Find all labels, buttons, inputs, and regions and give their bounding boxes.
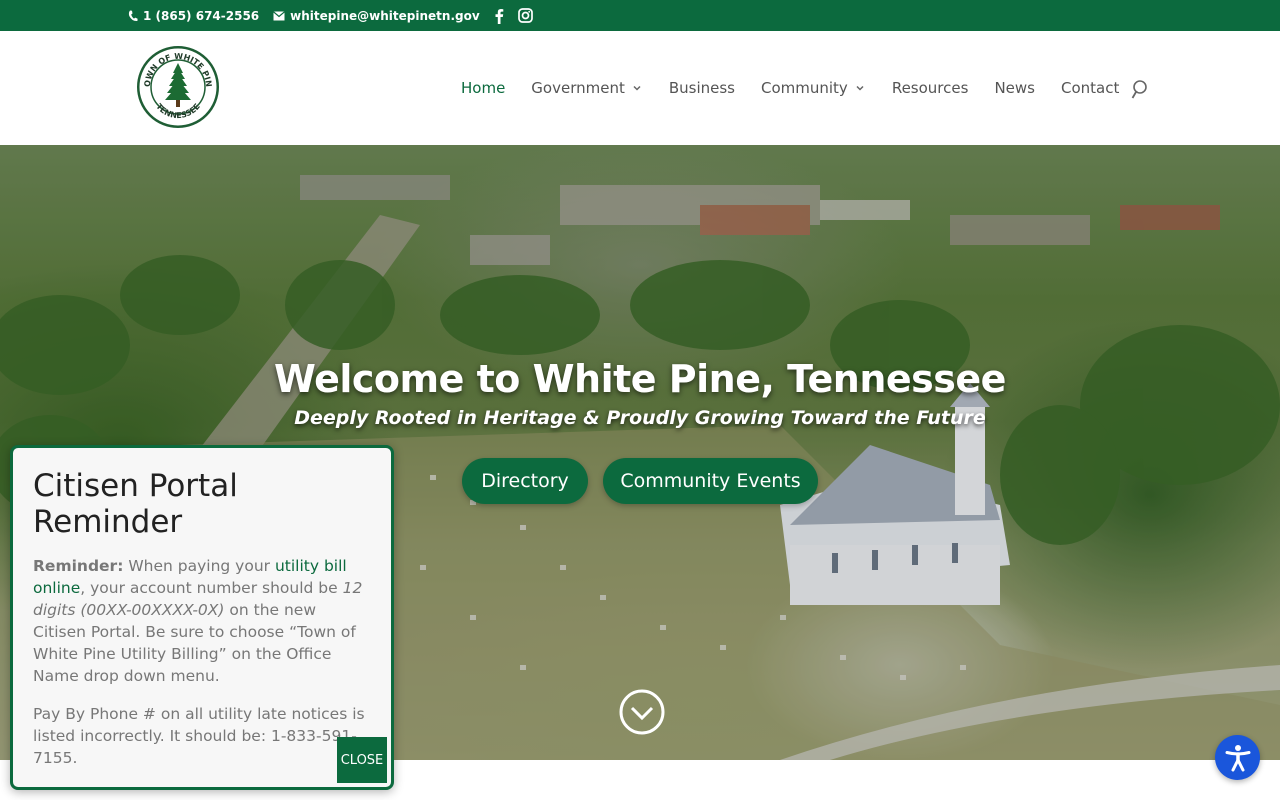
nav-community-label: Community [761, 79, 848, 97]
site-header: TOWN OF WHITE PINE TENNESSEE Home Govern… [0, 31, 1280, 145]
chevron-down-icon [631, 82, 643, 94]
email-icon [273, 10, 286, 21]
site-logo[interactable]: TOWN OF WHITE PINE TENNESSEE [134, 39, 219, 128]
nav-government-label: Government [531, 79, 625, 97]
nav-business[interactable]: Business [669, 79, 735, 97]
facebook-link[interactable] [494, 8, 504, 24]
phone-link[interactable]: 1 (865) 674-2556 [128, 9, 259, 23]
nav-home-label: Home [461, 79, 506, 97]
popup-title: Citisen Portal Reminder [33, 468, 238, 540]
popup-paragraph-1: Reminder: When paying your utility bill … [33, 555, 373, 687]
phone-icon [128, 10, 138, 22]
chevron-down-icon [854, 82, 866, 94]
nav-contact[interactable]: Contact [1061, 79, 1119, 97]
top-bar: 1 (865) 674-2556 whitepine@whitepinetn.g… [0, 0, 1280, 31]
popup-paragraph-2: Pay By Phone # on all utility late notic… [33, 705, 365, 767]
facebook-icon [494, 8, 504, 24]
scroll-down-button[interactable] [619, 689, 665, 735]
nav-home[interactable]: Home [461, 79, 505, 97]
popup-body: Reminder: When paying your utility bill … [33, 555, 373, 785]
accessibility-icon [1225, 744, 1250, 771]
citisen-portal-popup: Citisen Portal Reminder Reminder: When p… [10, 445, 394, 790]
email-link[interactable]: whitepine@whitepinetn.gov [273, 9, 480, 23]
email-address: whitepine@whitepinetn.gov [290, 8, 480, 23]
nav-contact-label: Contact [1060, 79, 1120, 97]
main-nav: Home Government Business Community Resou… [461, 31, 1119, 145]
instagram-icon [517, 8, 533, 23]
popup-text-1: When paying your [123, 557, 275, 575]
accessibility-button[interactable] [1215, 735, 1260, 780]
nav-news[interactable]: News [994, 79, 1035, 97]
directory-button[interactable]: Directory [462, 458, 588, 504]
hero-subtitle: Deeply Rooted in Heritage & Proudly Grow… [294, 407, 986, 429]
instagram-link[interactable] [517, 8, 533, 23]
hero-text: Welcome to White Pine, Tennessee Deeply … [0, 357, 1280, 429]
search-icon [1131, 80, 1147, 99]
nav-government[interactable]: Government [531, 79, 643, 97]
nav-community[interactable]: Community [761, 79, 866, 97]
nav-resources[interactable]: Resources [892, 79, 969, 97]
chevron-down-circle-icon [619, 689, 665, 735]
nav-news-label: News [994, 79, 1035, 97]
popup-text-2: , your account number should be [80, 579, 343, 597]
hero-title: Welcome to White Pine, Tennessee [274, 357, 1006, 401]
nav-resources-label: Resources [891, 79, 969, 97]
close-button[interactable]: CLOSE [337, 737, 387, 783]
phone-number: 1 (865) 674-2556 [143, 8, 260, 23]
reminder-label: Reminder: [33, 557, 124, 575]
nav-business-label: Business [668, 79, 735, 97]
search-button[interactable] [1131, 79, 1153, 101]
community-events-button[interactable]: Community Events [603, 458, 818, 504]
